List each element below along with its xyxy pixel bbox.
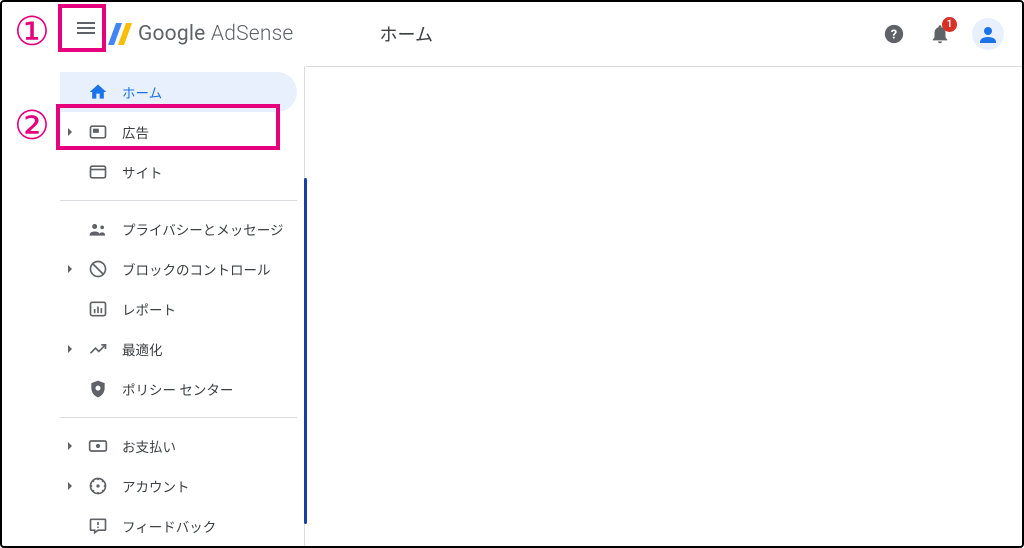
content-accent <box>304 178 307 524</box>
header-actions: ? 1 <box>880 2 1004 66</box>
sidebar-item-report[interactable]: レポート <box>60 289 297 329</box>
sidebar-item-ad[interactable]: 広告 <box>60 112 297 152</box>
chevron-right-icon <box>66 124 74 140</box>
sidebar-item-policy[interactable]: ポリシー センター <box>60 369 297 409</box>
sidebar-item-label: 最適化 <box>122 339 163 359</box>
payments-icon <box>88 436 108 456</box>
sidebar-item-label: 広告 <box>122 122 149 142</box>
main-content <box>306 66 1022 546</box>
menu-button[interactable] <box>74 16 98 40</box>
sidebar-nav: ホーム広告サイトプライバシーとメッセージブロックのコントロールレポート最適化ポリ… <box>60 66 305 546</box>
sidebar-item-label: ホーム <box>122 82 162 102</box>
sidebar-item-label: サイト <box>122 162 163 182</box>
sidebar-item-label: ブロックのコントロール <box>122 259 271 279</box>
chevron-right-icon <box>66 261 74 277</box>
header-divider <box>306 66 1022 67</box>
policy-icon <box>88 379 108 399</box>
app-root: Google AdSense ホーム ? 1 ホーム広告サイトプライバシーとメッ… <box>0 0 1024 548</box>
header-bar: Google AdSense ホーム ? 1 <box>2 2 1022 66</box>
nav-separator <box>60 200 297 201</box>
chevron-right-icon <box>66 478 74 494</box>
account-icon <box>88 476 108 496</box>
hamburger-icon <box>74 16 98 40</box>
notification-badge: 1 <box>942 17 957 32</box>
svg-text:?: ? <box>891 28 897 43</box>
report-icon <box>88 299 108 319</box>
sidebar-item-optimize[interactable]: 最適化 <box>60 329 297 369</box>
nav-separator <box>60 417 297 418</box>
help-button[interactable]: ? <box>880 20 908 48</box>
sidebar-item-block[interactable]: ブロックのコントロール <box>60 249 297 289</box>
ad-icon <box>88 122 108 142</box>
sidebar-item-label: ポリシー センター <box>122 379 233 399</box>
sidebar-item-label: プライバシーとメッセージ <box>122 219 283 239</box>
annotation-number-2: ② <box>14 102 50 149</box>
adsense-logo-icon <box>108 23 132 45</box>
page-title: ホーム <box>379 21 432 47</box>
account-avatar[interactable] <box>972 18 1004 50</box>
sidebar-item-site[interactable]: サイト <box>60 152 297 192</box>
sidebar-item-privacy[interactable]: プライバシーとメッセージ <box>60 209 297 249</box>
chevron-right-icon <box>66 341 74 357</box>
privacy-icon <box>88 219 108 239</box>
sidebar-item-home[interactable]: ホーム <box>60 72 297 112</box>
optimize-icon <box>88 339 108 359</box>
annotation-number-1: ① <box>14 8 50 55</box>
sidebar-item-label: フィードバック <box>122 516 216 536</box>
product-name: Google AdSense <box>138 22 293 46</box>
sidebar-item-account[interactable]: アカウント <box>60 466 297 506</box>
sidebar-item-label: レポート <box>122 299 176 319</box>
avatar-icon <box>976 22 1000 46</box>
sidebar-item-label: アカウント <box>122 476 190 496</box>
feedback-icon <box>88 516 108 536</box>
chevron-right-icon <box>66 438 74 454</box>
notifications-button[interactable]: 1 <box>926 20 954 48</box>
help-icon: ? <box>883 23 905 45</box>
sidebar-item-label: お支払い <box>122 436 176 456</box>
site-icon <box>88 162 108 182</box>
product-logo[interactable]: Google AdSense <box>108 22 293 46</box>
home-icon <box>88 82 108 102</box>
sidebar-item-feedback[interactable]: フィードバック <box>60 506 297 546</box>
sidebar-item-payments[interactable]: お支払い <box>60 426 297 466</box>
block-icon <box>88 259 108 279</box>
